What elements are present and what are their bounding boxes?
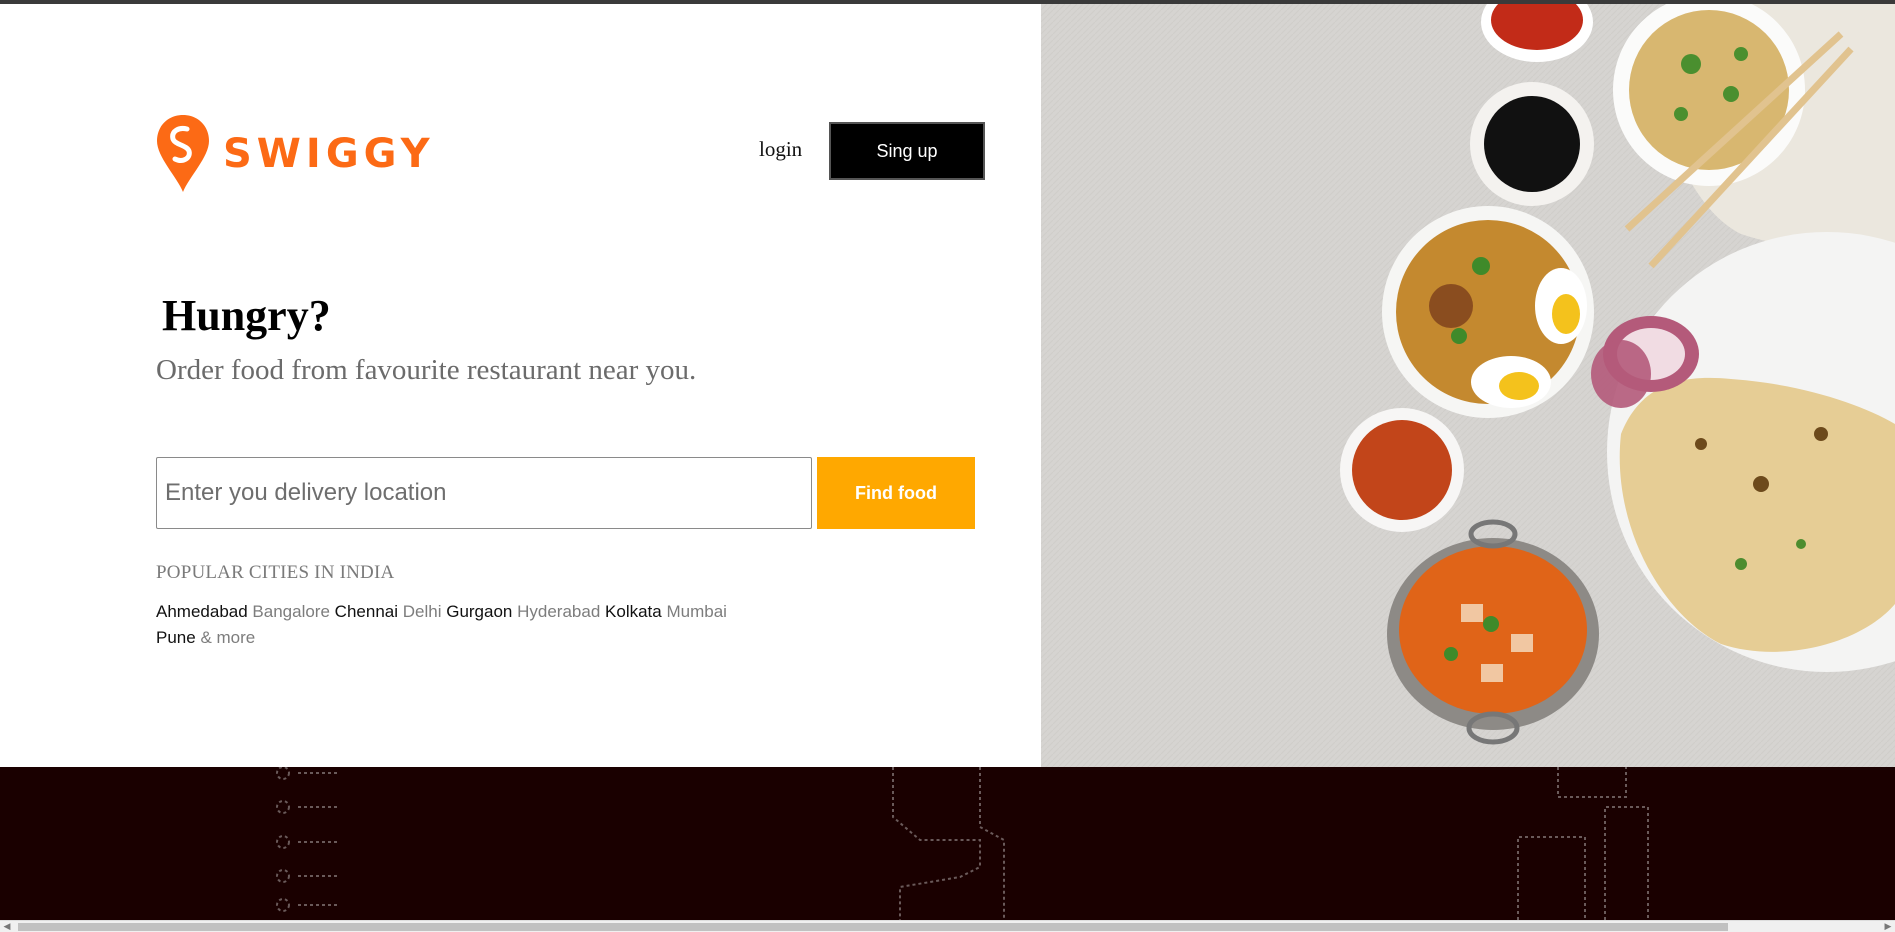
brand-name: SWIGGY [223, 130, 435, 177]
login-link[interactable]: login [759, 137, 802, 162]
city-link-chennai[interactable]: Chennai [335, 602, 398, 621]
city-link-kolkata[interactable]: Kolkata [605, 602, 662, 621]
food-photo [1041, 4, 1895, 767]
food-illustration [1041, 4, 1895, 767]
city-link-gurgaon[interactable]: Gurgaon [446, 602, 512, 621]
city-link-delhi[interactable]: Delhi [403, 602, 442, 621]
footer-band [0, 767, 1895, 920]
city-link-bangalore[interactable]: Bangalore [252, 602, 330, 621]
city-link-ahmedabad[interactable]: Ahmedabad [156, 602, 248, 621]
popular-cities-title: POPULAR CITIES IN INDIA [156, 562, 395, 583]
popular-cities-list: Ahmedabad Bangalore Chennai Delhi Gurgao… [156, 599, 766, 651]
hero-title: Hungry? [162, 291, 331, 340]
chevron-right-icon[interactable]: ▶ [1881, 921, 1895, 932]
swiggy-pin-icon [157, 115, 209, 192]
chevron-left-icon[interactable]: ◀ [0, 921, 14, 932]
city-link-more[interactable]: & more [200, 628, 255, 647]
city-link-hyderabad[interactable]: Hyderabad [517, 602, 600, 621]
find-food-button[interactable]: Find food [817, 457, 975, 529]
swiggy-logo[interactable]: SWIGGY [157, 115, 435, 192]
city-link-mumbai[interactable]: Mumbai [666, 602, 726, 621]
signup-button[interactable]: Sing up [829, 122, 985, 180]
footer-decoration [276, 767, 1649, 920]
horizontal-scrollbar[interactable]: ◀ ▶ [0, 920, 1895, 932]
delivery-location-input[interactable] [156, 457, 812, 529]
scrollbar-thumb[interactable] [18, 923, 1728, 931]
hero-subtitle: Order food from favourite restaurant nea… [156, 354, 697, 386]
city-link-pune[interactable]: Pune [156, 628, 196, 647]
